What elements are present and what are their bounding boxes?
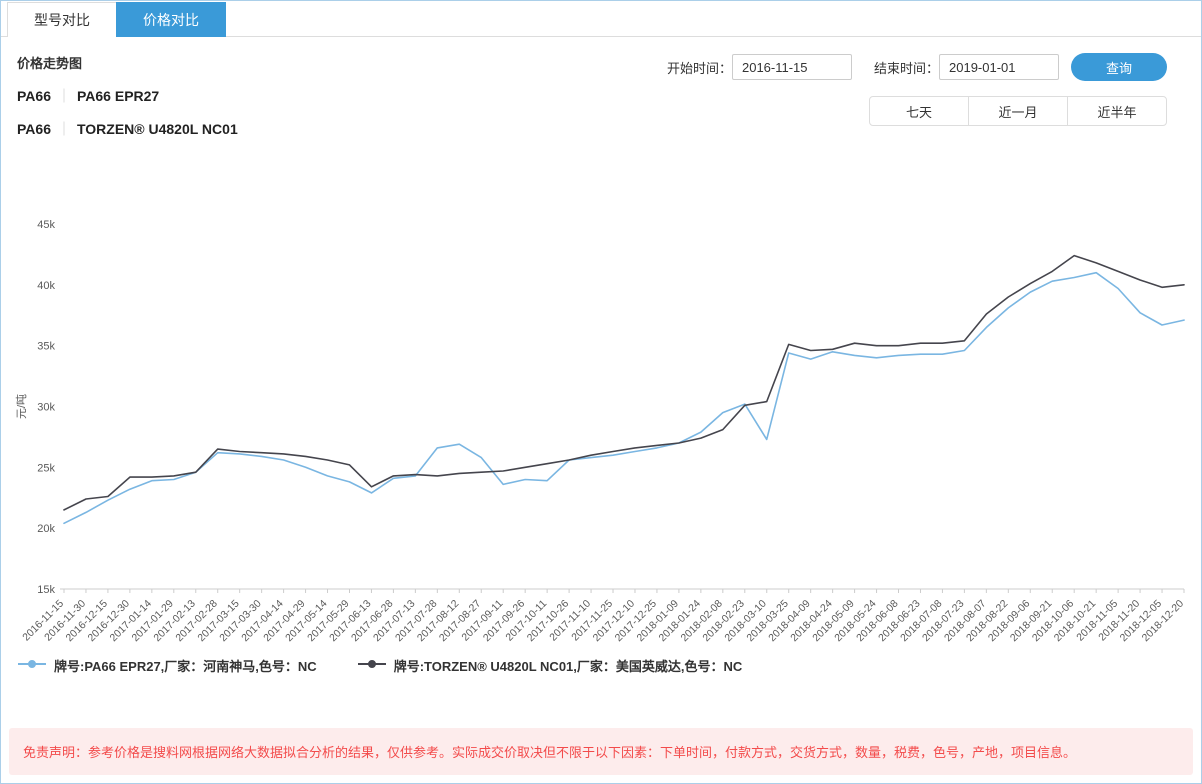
legend-item-torzen[interactable]: 牌号:TORZEN® U4820L NC01,厂家：美国英威达,色号：NC: [357, 656, 743, 675]
tab-model-compare[interactable]: 型号对比: [7, 2, 117, 37]
price-trend-chart[interactable]: 15k 20k 25k 30k 35k 40k 45k 元/吨 2016-11-15 2016-1…: [1, 154, 1201, 654]
start-date-input[interactable]: [731, 54, 852, 80]
legend-label: 牌号:TORZEN® U4820L NC01,厂家：美国英威达,色号：NC: [393, 659, 743, 674]
product-category: PA66: [17, 88, 51, 104]
price-compare-panel: 价格走势图 PA66 ｜ PA66 EPR27 PA66 ｜ TORZEN® U4820…: [1, 37, 1201, 783]
svg-text:45k: 45k: [37, 219, 55, 231]
legend-line-marker-icon: [357, 657, 387, 675]
price-compare-page: 型号对比 价格对比 价格走势图 PA66 ｜ PA66 EPR27 PA66 ｜ TOR…: [0, 0, 1202, 784]
disclaimer-banner: 免责声明：参考价格是搜料网根据网络大数据拟合分析的结果，仅供参考。实际成交价取决…: [9, 728, 1193, 775]
tab-bar: 型号对比 价格对比: [1, 1, 1201, 37]
chart-legend: 牌号:PA66 EPR27,厂家：河南神马,色号：NC 牌号:TORZEN® U…: [1, 654, 1201, 675]
end-date-label: 结束时间：: [873, 60, 939, 76]
legend-item-epr27[interactable]: 牌号:PA66 EPR27,厂家：河南神马,色号：NC: [17, 656, 317, 675]
range-button-7days[interactable]: 七天: [869, 96, 969, 126]
quick-range-group: 七天 近一月 近半年: [869, 96, 1167, 126]
product-line-2: PA66 ｜ TORZEN® U4820L NC01: [17, 119, 238, 139]
product-name: TORZEN® U4820L NC01: [76, 121, 238, 137]
product-separator: ｜: [56, 88, 71, 104]
legend-line-marker-icon: [17, 657, 47, 675]
range-button-1month[interactable]: 近一月: [968, 96, 1068, 126]
range-button-halfyear[interactable]: 近半年: [1067, 96, 1167, 126]
svg-text:元/吨: 元/吨: [15, 394, 28, 419]
date-filter-row: 开始时间： 结束时间： 查询: [667, 53, 1167, 81]
header-right: 开始时间： 结束时间： 查询 七天 近一月 近半年: [667, 53, 1167, 152]
product-name: PA66 EPR27: [76, 88, 160, 104]
product-separator: ｜: [56, 121, 71, 137]
query-button[interactable]: 查询: [1071, 53, 1167, 81]
legend-label: 牌号:PA66 EPR27,厂家：河南神马,色号：NC: [54, 659, 317, 674]
svg-text:20k: 20k: [37, 523, 55, 535]
panel-title: 价格走势图: [17, 56, 83, 71]
panel-header: 价格走势图 PA66 ｜ PA66 EPR27 PA66 ｜ TORZEN® U4820…: [1, 37, 1201, 154]
end-date-input[interactable]: [939, 54, 1059, 80]
svg-text:35k: 35k: [37, 341, 55, 353]
tab-price-compare[interactable]: 价格对比: [116, 2, 226, 37]
product-line-1: PA66 ｜ PA66 EPR27: [17, 86, 238, 106]
svg-text:40k: 40k: [37, 280, 55, 292]
product-category: PA66: [17, 121, 51, 137]
chart-canvas[interactable]: 15k20k25k30k35k40k45k元/吨2016-11-152016-1…: [12, 154, 1192, 654]
start-date-label: 开始时间：: [666, 60, 732, 76]
svg-text:30k: 30k: [37, 402, 55, 414]
header-left: 价格走势图 PA66 ｜ PA66 EPR27 PA66 ｜ TORZEN® U4820…: [17, 53, 238, 152]
svg-text:25k: 25k: [37, 462, 55, 474]
svg-text:15k: 15k: [37, 584, 55, 596]
